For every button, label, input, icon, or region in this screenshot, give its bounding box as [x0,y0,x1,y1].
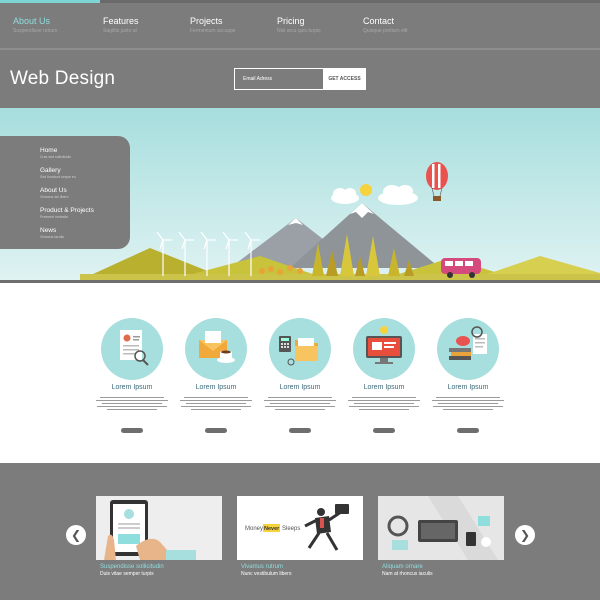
hero-bottom-border [0,280,600,283]
side-menu-sublabel: Vivamus iaculis [40,235,65,239]
nav-item-about-us[interactable]: About Us Suspendisse rutrum [13,16,57,34]
chevron-left-icon[interactable]: ❮ [66,525,86,545]
side-menu-item-product-projects[interactable]: Product & Projects Praesent molestie [40,207,94,219]
feature-text [171,397,261,412]
side-menu-item-about-us[interactable]: About Us Vivamus dui libero [40,187,69,199]
side-menu-item-gallery[interactable]: Gallery Sed tincidunt neque eu [40,167,76,179]
nav-label: Features [103,16,139,26]
feature-title: Lorem Ipsum [363,384,405,391]
hot-air-balloon-icon [426,162,448,201]
feature-title: Lorem Ipsum [195,384,237,391]
feature-circle [185,318,247,380]
tablet-hands-image [96,496,222,560]
nav-label: Pricing [277,16,305,26]
side-menu-sublabel: Cras sed sollicitudin [40,155,72,159]
feature-read-more-button[interactable] [457,428,479,433]
side-menu-sublabel: Sed tincidunt neque eu [40,175,76,179]
feature-read-more-button[interactable] [205,428,227,433]
nav-sublabel: Quisque pretium elit [363,28,408,34]
nav-sublabel: Fermentum accuspe [190,28,236,34]
feature-circle [101,318,163,380]
side-menu-label: Product & Projects [40,207,94,214]
side-menu-label: Gallery [40,167,61,174]
portfolio-card-sub: Nam at rhoncus iaculis [382,571,433,577]
side-menu-item-news[interactable]: News Vivamus iaculis [40,227,64,239]
portfolio-caption: Suspendisse sollicitudin Duis vitae semp… [100,564,164,577]
never-word: Never [264,526,280,532]
side-menu-sublabel: Vivamus dui libero [40,195,69,199]
money-never-sleeps-image: Money Never Sleeps [237,496,363,560]
nav-item-contact[interactable]: Contact Quisque pretium elit [363,16,407,34]
side-menu-sublabel: Praesent molestie [40,215,69,219]
top-border [100,0,600,3]
feature-text [255,397,345,412]
chevron-right-icon[interactable]: ❯ [515,525,535,545]
feature-circle [353,318,415,380]
desk-laptop-image [378,496,504,560]
portfolio-card-tablet[interactable] [96,496,222,560]
monitor-icon [366,326,402,364]
active-tab-indicator [0,0,100,3]
feature-text [423,397,513,412]
books-piggybank-icon [449,326,487,360]
portfolio-card-title: Vivamus rutrum [241,564,283,570]
portfolio-card-desk[interactable] [378,496,504,560]
side-menu-item-home[interactable]: Home Cras sed sollicitudin [40,147,71,159]
feature-read-more-button[interactable] [121,428,143,433]
nav-item-projects[interactable]: Projects Fermentum accuspe [190,16,236,34]
portfolio-card-title: Aliquam ornare [382,564,423,570]
portfolio-card-title: Suspendisse sollicitudin [100,564,164,570]
nav-sublabel: Nisl arcu quis turpis [277,28,321,34]
cloud-icon [331,185,418,205]
resume-icon [120,330,149,366]
feature-read-more-button[interactable] [373,428,395,433]
portfolio-card-sub: Duis vitae semper turpis [100,571,154,577]
portfolio-card-money[interactable]: Money Never Sleeps [237,496,363,560]
feature-title: Lorem Ipsum [447,384,489,391]
header-band: Web Design GET ACCESS [0,50,600,108]
feature-text [339,397,429,412]
feature-circle [269,318,331,380]
feature-title: Lorem Ipsum [111,384,153,391]
email-input[interactable] [234,68,324,90]
feature-circle [437,318,499,380]
nav-label: About Us [13,16,51,26]
nav-item-pricing[interactable]: Pricing Nisl arcu quis turpis [277,16,321,34]
sun-icon [360,184,372,196]
feature-read-more-button[interactable] [289,428,311,433]
feature-text [87,397,177,412]
mail-coffee-icon [199,331,235,363]
feature-title: Lorem Ipsum [279,384,321,391]
nav-item-features[interactable]: Features Sagittis justo at [103,16,139,34]
site-title: Web Design [10,68,116,89]
side-menu-label: Home [40,147,58,154]
money-word: Money [245,526,263,532]
nav-label: Projects [190,16,223,26]
folder-calculator-icon [279,336,318,366]
side-menu-label: About Us [40,187,67,194]
nav-sublabel: Sagittis justo at [103,28,137,34]
side-menu-label: News [40,227,57,234]
side-menu: Home Cras sed sollicitudin Gallery Sed t… [0,136,130,249]
portfolio-caption: Vivamus rutrum Nunc vestibulum libero [241,564,292,577]
portfolio-card-sub: Nunc vestibulum libero [241,571,292,577]
get-access-button[interactable]: GET ACCESS [323,68,366,90]
top-navigation: About Us Suspendisse rutrum Features Sag… [0,0,600,48]
nav-sublabel: Suspendisse rutrum [13,28,58,34]
nav-label: Contact [363,16,395,26]
portfolio-caption: Aliquam ornare Nam at rhoncus iaculis [382,564,433,577]
sleeps-word: Sleeps [282,526,300,532]
